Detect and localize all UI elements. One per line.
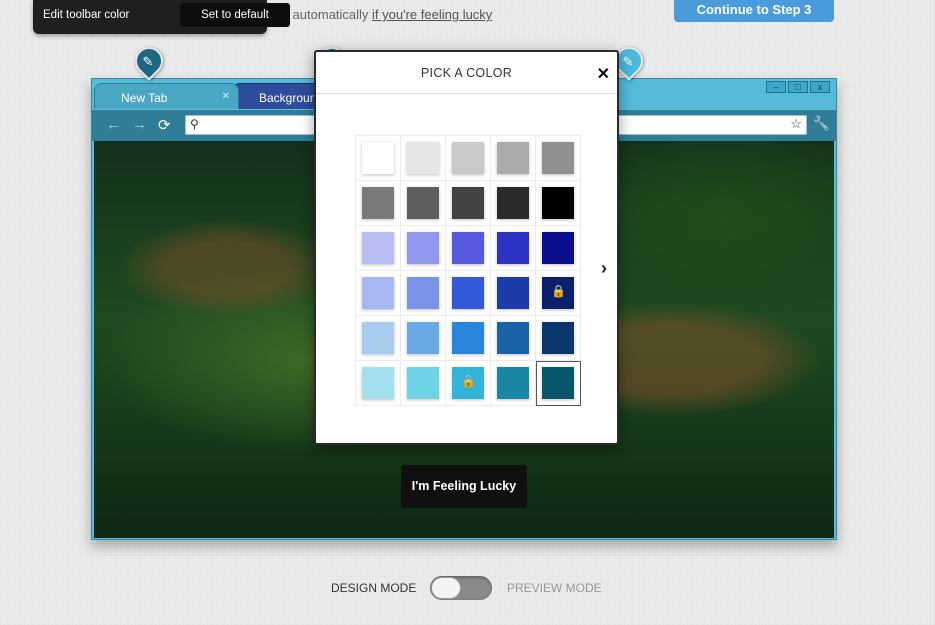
color-swatch[interactable]	[362, 142, 394, 174]
color-swatch-cell[interactable]	[356, 136, 401, 181]
color-swatch-cell[interactable]	[401, 316, 446, 361]
star-icon: ☆	[790, 116, 802, 131]
color-swatch[interactable]	[452, 322, 484, 354]
tab-label: New Tab	[121, 91, 168, 105]
color-swatch[interactable]	[497, 187, 529, 219]
color-swatch-cell[interactable]	[356, 316, 401, 361]
close-icon[interactable]: ✕	[597, 64, 610, 84]
color-swatch-cell[interactable]	[536, 226, 581, 271]
wrench-icon: 🔧	[812, 115, 830, 131]
set-default-button[interactable]: Set to default	[180, 3, 290, 27]
color-swatch[interactable]	[407, 142, 439, 174]
color-swatch[interactable]	[497, 277, 529, 309]
color-swatch[interactable]	[407, 367, 439, 399]
picker-title: PICK A COLOR	[316, 52, 617, 94]
preview-mode-label: PREVIEW MODE	[507, 581, 602, 595]
color-swatch[interactable]	[452, 142, 484, 174]
paintbrush-icon: ✎	[142, 54, 154, 70]
color-swatch[interactable]	[362, 277, 394, 309]
tooltip-label: Edit toolbar color	[43, 9, 130, 21]
chevron-right-icon[interactable]: ›	[601, 258, 607, 279]
window-controls: – □ x	[766, 81, 830, 93]
mode-toggle[interactable]	[430, 576, 492, 600]
color-swatch-cell[interactable]	[356, 361, 401, 406]
lock-icon: 🔒	[551, 284, 566, 298]
close-tab-icon[interactable]: ✕	[222, 91, 230, 102]
color-swatch[interactable]	[362, 322, 394, 354]
color-swatch-cell[interactable]	[446, 181, 491, 226]
color-swatch-cell[interactable]	[536, 316, 581, 361]
color-swatch[interactable]	[407, 187, 439, 219]
color-swatch-cell[interactable]	[536, 361, 581, 406]
color-swatch-cell[interactable]	[401, 361, 446, 406]
lock-icon: 🔒	[461, 374, 476, 388]
minimize-icon[interactable]: –	[766, 81, 786, 93]
design-mode-label: DESIGN MODE	[331, 581, 417, 595]
color-swatch-cell[interactable]	[491, 271, 536, 316]
color-swatch[interactable]	[542, 142, 574, 174]
color-swatch-cell[interactable]	[356, 181, 401, 226]
color-swatch-cell[interactable]	[491, 316, 536, 361]
color-swatch[interactable]	[452, 232, 484, 264]
color-swatch-cell[interactable]	[536, 181, 581, 226]
forward-arrow-icon: →	[132, 116, 147, 133]
color-swatch[interactable]	[407, 277, 439, 309]
color-swatch-cell[interactable]	[356, 226, 401, 271]
feeling-lucky-link[interactable]: if you're feeling lucky	[372, 7, 492, 22]
color-swatch[interactable]	[542, 232, 574, 264]
color-swatch[interactable]	[452, 187, 484, 219]
tab-new-tab[interactable]: New Tab ✕	[94, 83, 239, 109]
color-swatch[interactable]	[362, 232, 394, 264]
color-swatch-cell[interactable]	[401, 136, 446, 181]
color-swatch[interactable]: 🔒	[452, 367, 484, 399]
close-window-icon[interactable]: x	[810, 81, 830, 93]
color-swatch[interactable]	[497, 232, 529, 264]
color-swatch-cell[interactable]	[446, 271, 491, 316]
color-swatch-cell[interactable]	[446, 316, 491, 361]
color-picker-dialog: PICK A COLOR ✕ 🔒 🔒 ›	[314, 50, 619, 445]
color-swatch-cell[interactable]	[491, 136, 536, 181]
back-arrow-icon: ←	[106, 116, 121, 133]
color-swatch-cell[interactable]: 🔒	[536, 271, 581, 316]
search-icon: ⚲	[190, 117, 199, 131]
color-swatch[interactable]	[497, 142, 529, 174]
color-swatch[interactable]	[542, 322, 574, 354]
color-swatch[interactable]	[542, 187, 574, 219]
color-swatch[interactable]	[497, 322, 529, 354]
color-swatch-cell[interactable]	[536, 136, 581, 181]
color-swatch-cell[interactable]: 🔒	[446, 361, 491, 406]
color-swatch[interactable]	[362, 187, 394, 219]
maximize-icon[interactable]: □	[788, 81, 808, 93]
color-swatch[interactable]	[497, 367, 529, 399]
paintbrush-icon: ✎	[622, 54, 634, 70]
toolbar-color-tooltip: Edit toolbar color Set to default	[33, 0, 290, 34]
color-swatch[interactable]	[542, 367, 574, 399]
color-swatch[interactable]	[362, 367, 394, 399]
color-swatch-cell[interactable]	[446, 226, 491, 271]
color-swatch-cell[interactable]	[401, 181, 446, 226]
toggle-knob[interactable]	[431, 577, 461, 599]
color-swatch[interactable]	[407, 232, 439, 264]
color-swatch-cell[interactable]	[491, 361, 536, 406]
feeling-lucky-button[interactable]: I'm Feeling Lucky	[401, 465, 527, 508]
color-swatch[interactable]	[407, 322, 439, 354]
color-swatch-grid: 🔒 🔒	[355, 135, 581, 406]
color-swatch[interactable]	[452, 277, 484, 309]
color-swatch-cell[interactable]	[491, 181, 536, 226]
toolbar-paint-pin[interactable]: ✎	[129, 41, 169, 81]
color-swatch[interactable]: 🔒	[542, 277, 574, 309]
color-swatch-cell[interactable]	[446, 136, 491, 181]
reload-icon: ⟳	[158, 117, 171, 134]
continue-button[interactable]: Continue to Step 3	[674, 0, 834, 22]
color-swatch-cell[interactable]	[356, 271, 401, 316]
color-swatch-cell[interactable]	[401, 271, 446, 316]
color-swatch-cell[interactable]	[491, 226, 536, 271]
top-hint: lors automatically if you're feeling luc…	[268, 7, 492, 22]
color-swatch-cell[interactable]	[401, 226, 446, 271]
